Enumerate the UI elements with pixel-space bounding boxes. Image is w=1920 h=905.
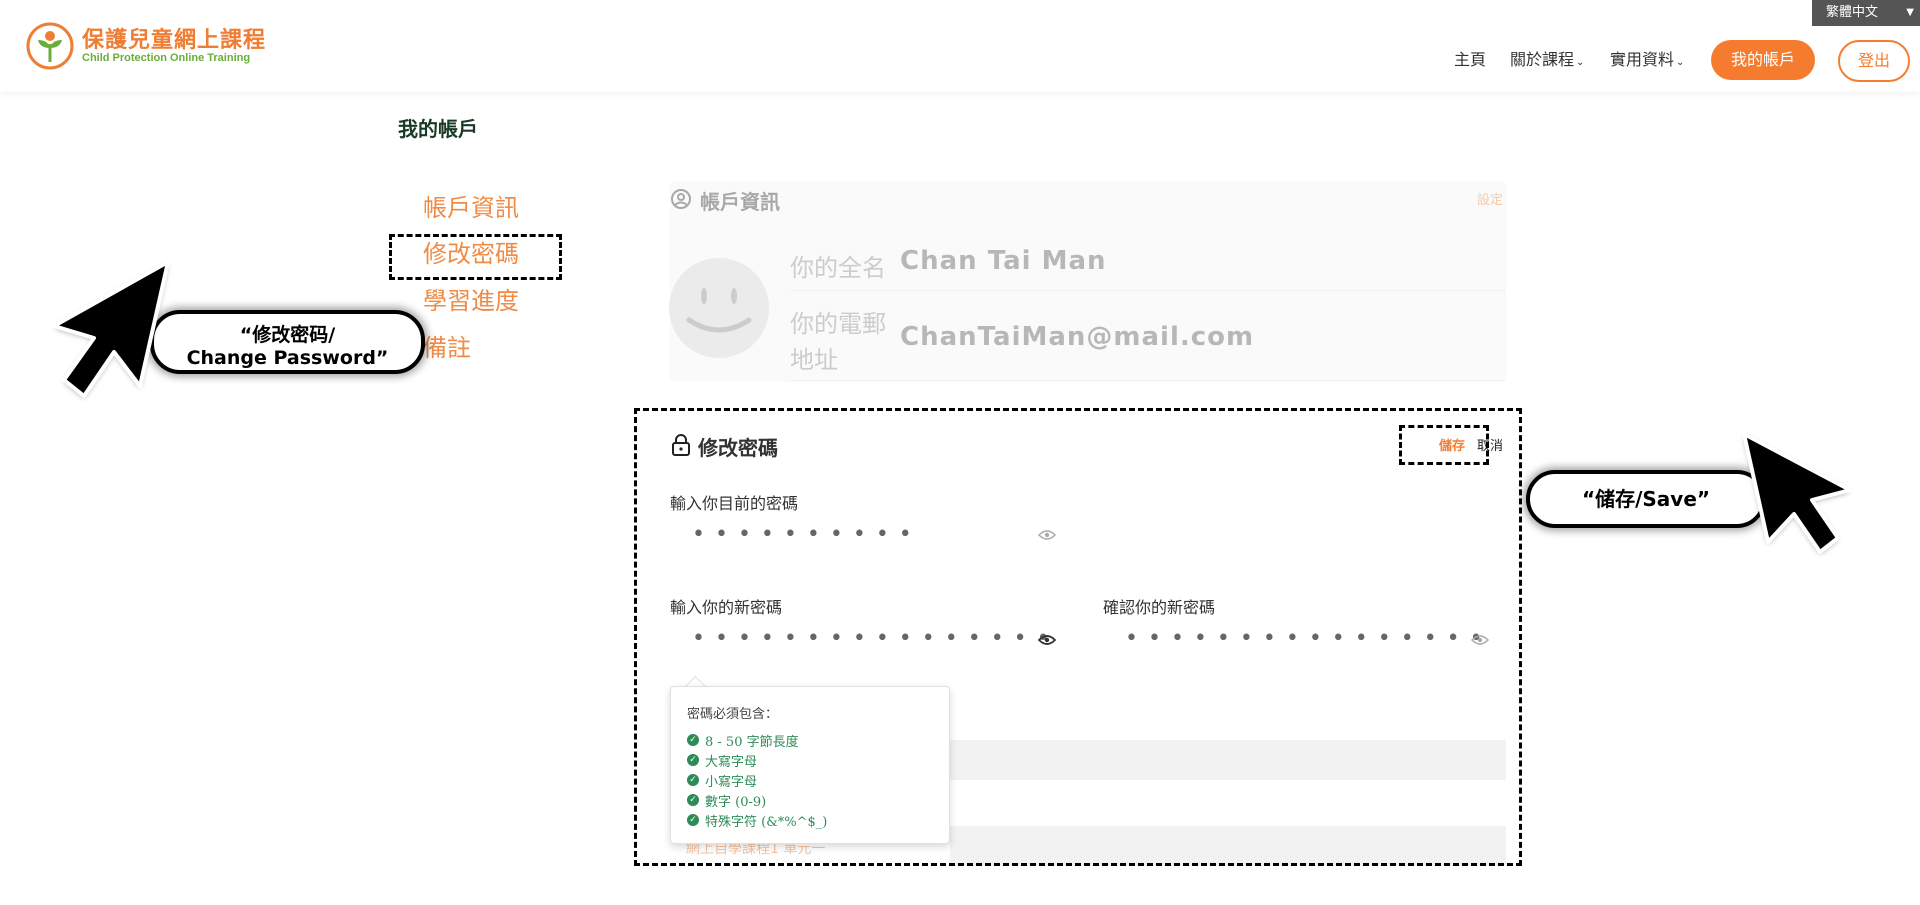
user-circle-icon (671, 189, 691, 209)
logo-subtitle: Child Protection Online Training (82, 52, 251, 64)
avatar (669, 258, 769, 358)
nav-resources-label: 實用資料 (1610, 50, 1675, 69)
divider (790, 290, 1506, 291)
name-value: Chan Tai Man (900, 246, 1107, 276)
callout-line2: Change Password” (186, 347, 389, 369)
email-label-line1: 你的電郵 (790, 310, 886, 338)
chevron-down-icon: ⌄ (1576, 57, 1585, 68)
email-value: ChanTaiMan@mail.com (900, 322, 1255, 352)
smiley-icon (686, 288, 752, 333)
top-header: 保護兒童網上課程 Child Protection Online Trainin… (0, 0, 1920, 92)
my-account-button[interactable]: 我的帳戶 (1711, 40, 1815, 80)
nav-about-course[interactable]: 關於課程 ⌄ (1510, 46, 1584, 70)
settings-link[interactable]: 設定 (1477, 189, 1503, 208)
language-label: 繁體中文 (1826, 5, 1879, 20)
callout-line1: “修改密码/ (239, 324, 336, 346)
sidebar-item-account-info[interactable]: 帳戶資訊 (423, 188, 519, 223)
logout-button[interactable]: 登出 (1838, 40, 1910, 82)
language-selector[interactable]: 繁體中文 ▼ (1812, 0, 1920, 26)
email-label-line2: 地址 (790, 346, 838, 374)
logo-icon (26, 22, 74, 70)
callout-save: “储存/Save” (1526, 470, 1766, 528)
divider (790, 380, 1506, 381)
site-logo[interactable]: 保護兒童網上課程 Child Protection Online Trainin… (24, 16, 304, 76)
logo-title: 保護兒童網上課程 (82, 28, 267, 53)
name-label: 你的全名 (790, 254, 886, 282)
page-title: 我的帳戶 (398, 117, 478, 141)
highlight-save-button (1399, 425, 1489, 465)
account-info-heading: 帳戶資訊 (700, 190, 780, 214)
sidebar-item-learning-progress[interactable]: 學習進度 (423, 281, 519, 316)
highlight-change-password-section (634, 408, 1522, 866)
chevron-down-icon: ▼ (1906, 7, 1914, 18)
nav-about-course-label: 關於課程 (1510, 50, 1575, 69)
sidebar-item-notes[interactable]: 備註 (423, 328, 471, 363)
chevron-down-icon: ⌄ (1676, 57, 1685, 68)
highlight-sidebar-change-password (389, 234, 562, 280)
callout-change-password: “修改密码/ Change Password” (150, 310, 425, 374)
nav-home[interactable]: 主頁 (1454, 46, 1486, 70)
cursor-arrow-icon (52, 260, 170, 398)
cursor-arrow-icon (1742, 432, 1852, 554)
nav-resources[interactable]: 實用資料 ⌄ (1610, 46, 1684, 70)
